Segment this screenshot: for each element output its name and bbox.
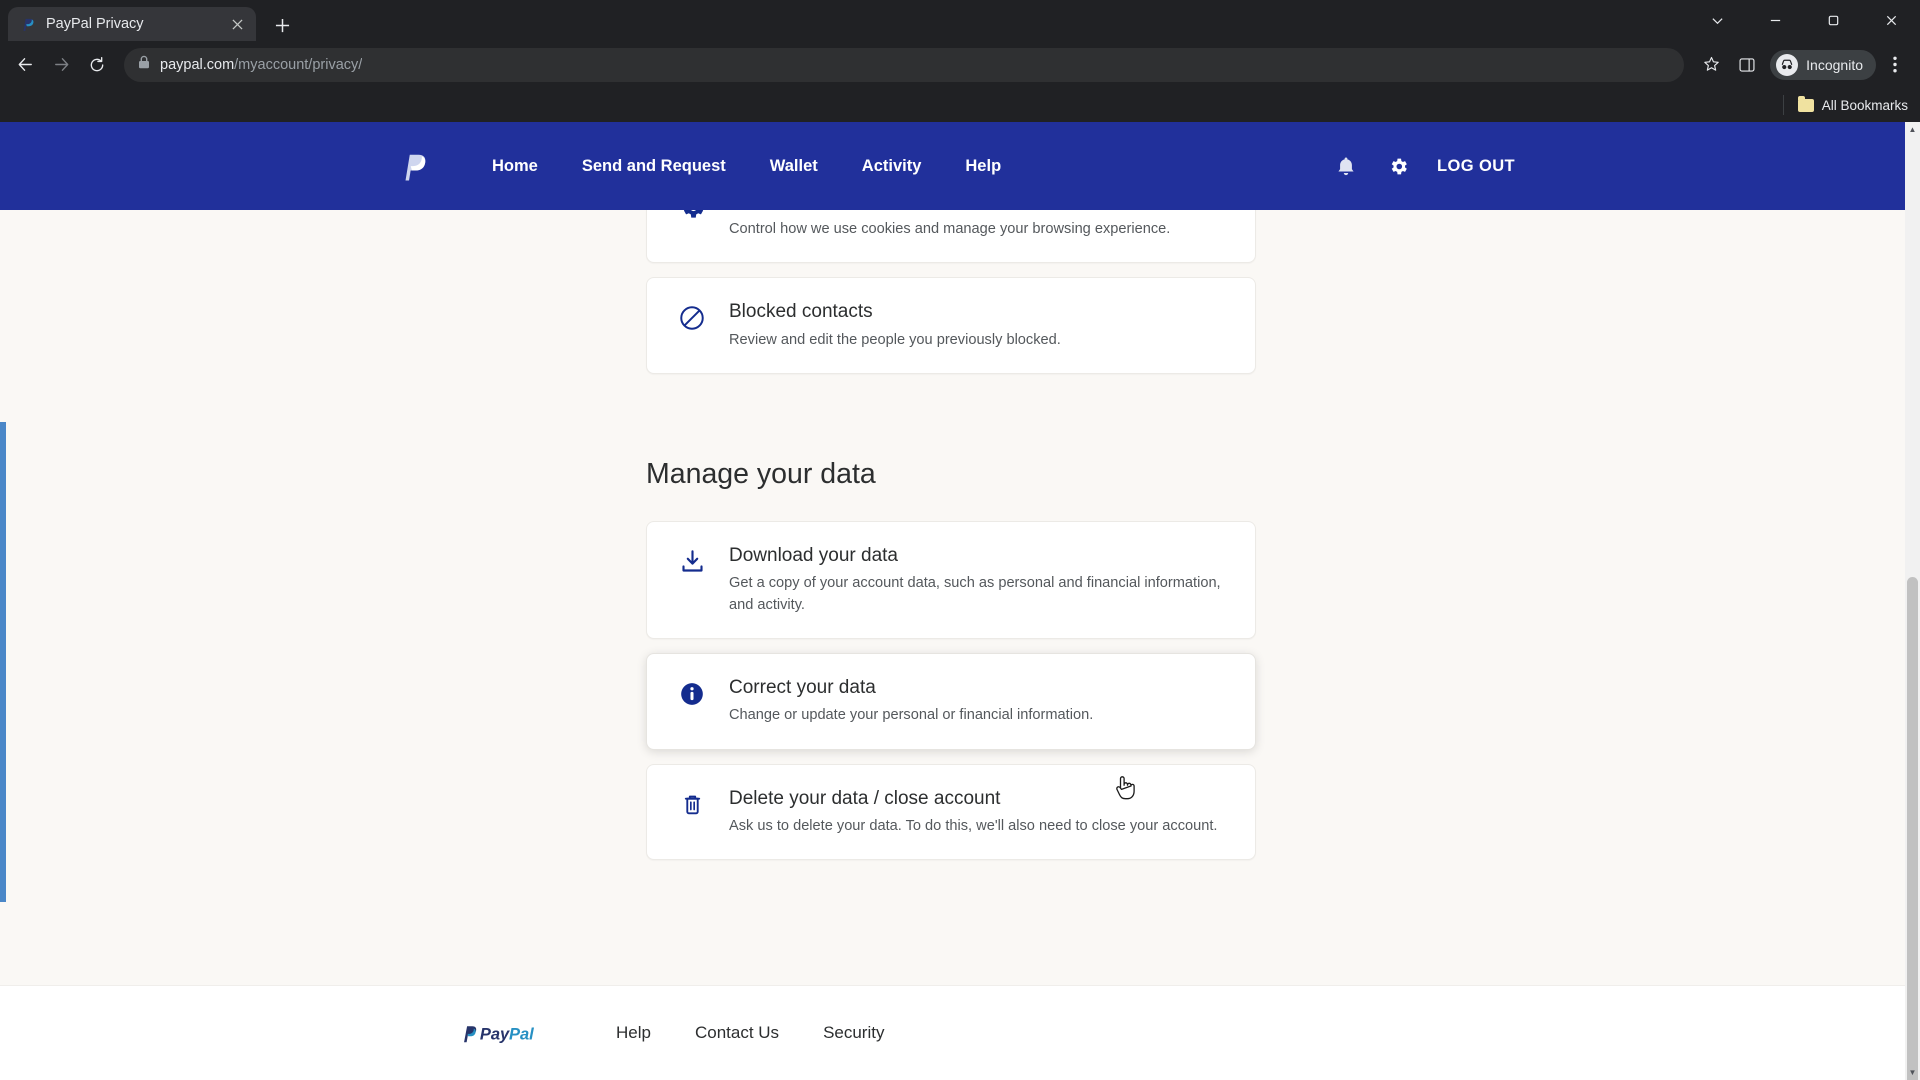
page-scroll-area: Manage your cookies Control how we use c… xyxy=(0,122,1905,1080)
url-path: /myaccount/privacy/ xyxy=(234,56,363,73)
nav-item-help[interactable]: Help xyxy=(943,149,1023,184)
nav-item-activity[interactable]: Activity xyxy=(840,149,944,184)
page-scrollbar[interactable]: ▲ ▼ xyxy=(1905,122,1920,1080)
address-bar[interactable]: paypal.com/myaccount/privacy/ xyxy=(124,47,1685,82)
svg-text:Pal: Pal xyxy=(509,1025,534,1044)
card-blocked-contacts[interactable]: Blocked contacts Review and edit the peo… xyxy=(646,276,1256,374)
browser-tab[interactable]: PayPal Privacy xyxy=(8,7,256,41)
site-header: Home Send and Request Wallet Activity He… xyxy=(0,122,1905,210)
footer-inner: Pay Pal Help Contact Us Security xyxy=(462,1020,906,1046)
lock-icon xyxy=(138,55,150,74)
close-window-icon[interactable] xyxy=(1862,0,1920,41)
card-title: Blocked contacts xyxy=(729,300,873,322)
new-tab-button[interactable] xyxy=(266,9,298,41)
three-dot-menu-icon[interactable] xyxy=(1878,48,1912,82)
url-text: paypal.com/myaccount/privacy/ xyxy=(160,57,362,73)
nav-item-send-and-request[interactable]: Send and Request xyxy=(560,149,748,184)
reload-icon[interactable] xyxy=(80,48,114,82)
card-description: Change or update your personal or financ… xyxy=(729,707,1094,724)
bookmarks-bar: All Bookmarks xyxy=(0,88,1920,122)
window-controls xyxy=(1688,0,1920,41)
browser-toolbar: paypal.com/myaccount/privacy/ Incognito xyxy=(0,41,1920,88)
page-content: Manage your cookies Control how we use c… xyxy=(0,122,1905,1080)
card-download-your-data[interactable]: Download your data Get a copy of your ac… xyxy=(646,520,1256,639)
scrollbar-down-arrow[interactable]: ▼ xyxy=(1905,1065,1920,1080)
footer-links: Help Contact Us Security xyxy=(594,1023,906,1043)
url-host: paypal.com xyxy=(160,56,235,73)
incognito-icon xyxy=(1776,53,1799,76)
tab-strip: PayPal Privacy xyxy=(0,0,1920,41)
card-correct-your-data[interactable]: Correct your data Change or update your … xyxy=(646,652,1256,750)
logout-button[interactable]: LOG OUT xyxy=(1437,157,1515,176)
card-body: Blocked contacts Review and edit the peo… xyxy=(729,300,1229,351)
card-description: Ask us to delete your data. To do this, … xyxy=(729,818,1218,835)
left-accent-bar xyxy=(0,422,6,902)
section-title-manage-your-data: Manage your data xyxy=(646,457,876,490)
bookmark-star-icon[interactable] xyxy=(1694,48,1728,82)
info-circle-icon xyxy=(677,679,707,709)
nav-item-home[interactable]: Home xyxy=(470,149,560,184)
card-body: Delete your data / close account Ask us … xyxy=(729,787,1229,838)
footer-link-security[interactable]: Security xyxy=(801,1023,906,1043)
all-bookmarks-label: All Bookmarks xyxy=(1821,97,1908,113)
card-delete-your-data[interactable]: Delete your data / close account Ask us … xyxy=(646,763,1256,861)
scrollbar-thumb[interactable] xyxy=(1907,577,1918,1080)
card-description: Get a copy of your account data, such as… xyxy=(729,575,1221,613)
forward-arrow-icon xyxy=(44,48,78,82)
page-viewport: Manage your cookies Control how we use c… xyxy=(0,122,1920,1080)
card-description: Review and edit the people you previousl… xyxy=(729,331,1061,348)
site-nav: Home Send and Request Wallet Activity He… xyxy=(470,149,1023,184)
chevron-down-icon[interactable] xyxy=(1688,0,1746,41)
scrollbar-up-arrow[interactable]: ▲ xyxy=(1905,122,1920,137)
back-arrow-icon[interactable] xyxy=(8,48,42,82)
site-header-actions: LOG OUT xyxy=(1333,153,1515,179)
card-body: Correct your data Change or update your … xyxy=(729,676,1229,727)
download-icon xyxy=(677,547,707,577)
site-footer: Pay Pal Help Contact Us Security xyxy=(0,985,1905,1080)
tab-close-icon[interactable] xyxy=(226,13,248,35)
profile-incognito-chip[interactable]: Incognito xyxy=(1770,49,1876,80)
folder-icon xyxy=(1797,95,1814,112)
content-column: Manage your cookies Control how we use c… xyxy=(646,166,1256,861)
trash-icon xyxy=(677,790,707,820)
blocked-circle-slash-icon xyxy=(677,303,707,333)
bell-icon[interactable] xyxy=(1333,153,1359,179)
card-title: Delete your data / close account xyxy=(729,787,1001,809)
browser-window: PayPal Privacy paypal.com/myaccount/priv… xyxy=(0,0,1920,1080)
card-description: Control how we use cookies and manage yo… xyxy=(729,220,1171,237)
gear-icon[interactable] xyxy=(1385,153,1411,179)
paypal-monogram-logo-icon[interactable] xyxy=(400,149,430,183)
paypal-favicon-icon xyxy=(20,16,37,33)
footer-link-help[interactable]: Help xyxy=(594,1023,673,1043)
side-panel-icon[interactable] xyxy=(1730,48,1764,82)
card-body: Download your data Get a copy of your ac… xyxy=(729,544,1229,616)
card-title: Correct your data xyxy=(729,676,876,698)
all-bookmarks-button[interactable]: All Bookmarks xyxy=(1782,95,1908,115)
card-title: Download your data xyxy=(729,544,898,566)
svg-text:Pay: Pay xyxy=(480,1025,510,1044)
nav-item-wallet[interactable]: Wallet xyxy=(748,149,840,184)
footer-link-contact-us[interactable]: Contact Us xyxy=(673,1023,801,1043)
tab-title: PayPal Privacy xyxy=(46,16,144,32)
paypal-wordmark-logo: Pay Pal xyxy=(462,1020,544,1046)
profile-label: Incognito xyxy=(1806,56,1863,73)
maximize-icon[interactable] xyxy=(1804,0,1862,41)
minimize-icon[interactable] xyxy=(1746,0,1804,41)
